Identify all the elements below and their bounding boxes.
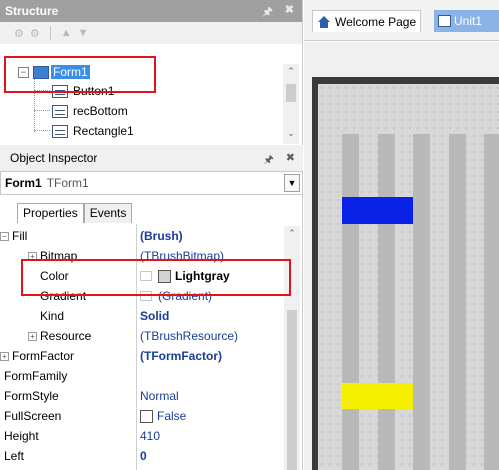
object-selector[interactable]: Form1 TForm1 ▼	[0, 171, 303, 195]
property-name: FormFactor	[12, 349, 75, 363]
property-row[interactable]: Height 410	[0, 426, 270, 446]
scrollbar-thumb[interactable]	[286, 84, 296, 102]
property-row[interactable]: + FormFactor (TFormFactor)	[0, 346, 270, 366]
property-name: FormFamily	[4, 369, 68, 383]
expand-icon[interactable]: +	[0, 351, 9, 361]
property-name: FormStyle	[4, 389, 59, 403]
property-name: FullScreen	[4, 409, 62, 423]
property-value[interactable]: (TBrushResource)	[140, 326, 238, 346]
tree-line	[34, 130, 50, 131]
tree-line	[34, 110, 50, 111]
fullscreen-checkbox[interactable]	[140, 409, 153, 423]
property-value[interactable]: 410	[140, 426, 160, 446]
selected-object-type: TForm1	[46, 176, 89, 190]
inspector-tabs: Properties Events	[17, 203, 133, 223]
scroll-down-icon[interactable]: ⌄	[283, 128, 299, 139]
editor-tabbar: Welcome Page Unit1	[304, 0, 499, 41]
property-value[interactable]: False	[157, 409, 186, 423]
stripe-rectangle[interactable]	[449, 134, 466, 470]
tab-label: Unit1	[454, 14, 483, 28]
move-down-icon[interactable]: ▼	[78, 27, 89, 39]
structure-title: Structure	[5, 4, 59, 18]
property-value[interactable]: (Brush)	[140, 226, 183, 246]
selected-object-name: Form1	[5, 176, 42, 190]
yellow-rectangle[interactable]	[342, 383, 413, 409]
blue-rectangle[interactable]	[342, 197, 413, 224]
scroll-up-icon[interactable]: ⌃	[283, 66, 299, 77]
property-name: Resource	[40, 329, 92, 343]
property-row[interactable]: FormFamily	[0, 366, 270, 386]
property-row[interactable]: + Resource (TBrushResource)	[0, 326, 270, 346]
cut-component-icon[interactable]: ⚙	[30, 27, 40, 40]
stripe-rectangle[interactable]	[342, 134, 359, 470]
structure-header: Structure 🖈 ✖	[0, 0, 302, 22]
tree-item-label: recBottom	[73, 104, 128, 118]
tab-unit1[interactable]: Unit1	[434, 10, 499, 32]
tab-label: Welcome Page	[335, 14, 417, 29]
property-value[interactable]: Normal	[140, 386, 179, 406]
highlight-box-form1	[4, 56, 156, 93]
move-up-icon[interactable]: ▲	[61, 27, 72, 39]
property-row[interactable]: FullScreen False	[0, 406, 270, 426]
expand-icon[interactable]: +	[28, 331, 37, 341]
stripe-rectangle[interactable]	[378, 134, 395, 470]
tab-properties[interactable]: Properties	[17, 203, 84, 223]
chevron-down-icon[interactable]: ▼	[284, 174, 300, 192]
home-icon	[317, 15, 331, 28]
toolbar-divider	[49, 26, 51, 40]
property-name: Height	[4, 429, 39, 443]
stripe-rectangle[interactable]	[484, 134, 499, 470]
unit-icon	[438, 15, 451, 27]
pin-icon[interactable]: 🖈	[263, 3, 273, 22]
property-name: Fill	[12, 229, 28, 243]
object-inspector-header: Object Inspector 🖈 ✖	[0, 145, 303, 171]
tree-item-recbottom[interactable]: recBottom	[52, 101, 128, 121]
object-inspector-title: Object Inspector	[10, 151, 98, 165]
property-row[interactable]: − Fill (Brush)	[0, 226, 270, 246]
tab-events[interactable]: Events	[83, 203, 133, 223]
property-row[interactable]: Left 0	[0, 446, 270, 466]
property-row[interactable]: Kind Solid	[0, 306, 270, 326]
highlight-box-color	[21, 259, 291, 296]
delete-component-icon[interactable]: ⚙	[14, 27, 24, 40]
structure-toolbar: ⚙ ⚙ ▲ ▼	[0, 22, 302, 44]
tree-item-label: Rectangle1	[73, 124, 134, 138]
scroll-up-icon[interactable]: ⌃	[284, 228, 300, 239]
rectangle-component-icon	[52, 104, 68, 118]
property-value[interactable]: (TFormFactor)	[140, 346, 222, 366]
stripe-rectangle[interactable]	[413, 134, 430, 470]
collapse-icon[interactable]: −	[0, 231, 9, 241]
property-name: Kind	[40, 309, 65, 323]
close-icon[interactable]: ✖	[285, 3, 294, 22]
tab-welcome-page[interactable]: Welcome Page	[312, 10, 422, 32]
tree-scrollbar[interactable]: ⌃ ⌄	[283, 64, 299, 144]
property-row[interactable]: FormStyle Normal	[0, 386, 270, 406]
property-name: Left	[4, 449, 25, 463]
property-value[interactable]: Solid	[140, 306, 169, 326]
tree-item-rectangle1[interactable]: Rectangle1	[52, 121, 134, 141]
close-icon[interactable]: ✖	[286, 151, 295, 170]
rectangle-component-icon	[52, 124, 68, 138]
property-value[interactable]: 0	[140, 446, 147, 466]
pin-icon[interactable]: 🖈	[264, 151, 274, 170]
scrollbar-thumb[interactable]	[287, 310, 297, 470]
